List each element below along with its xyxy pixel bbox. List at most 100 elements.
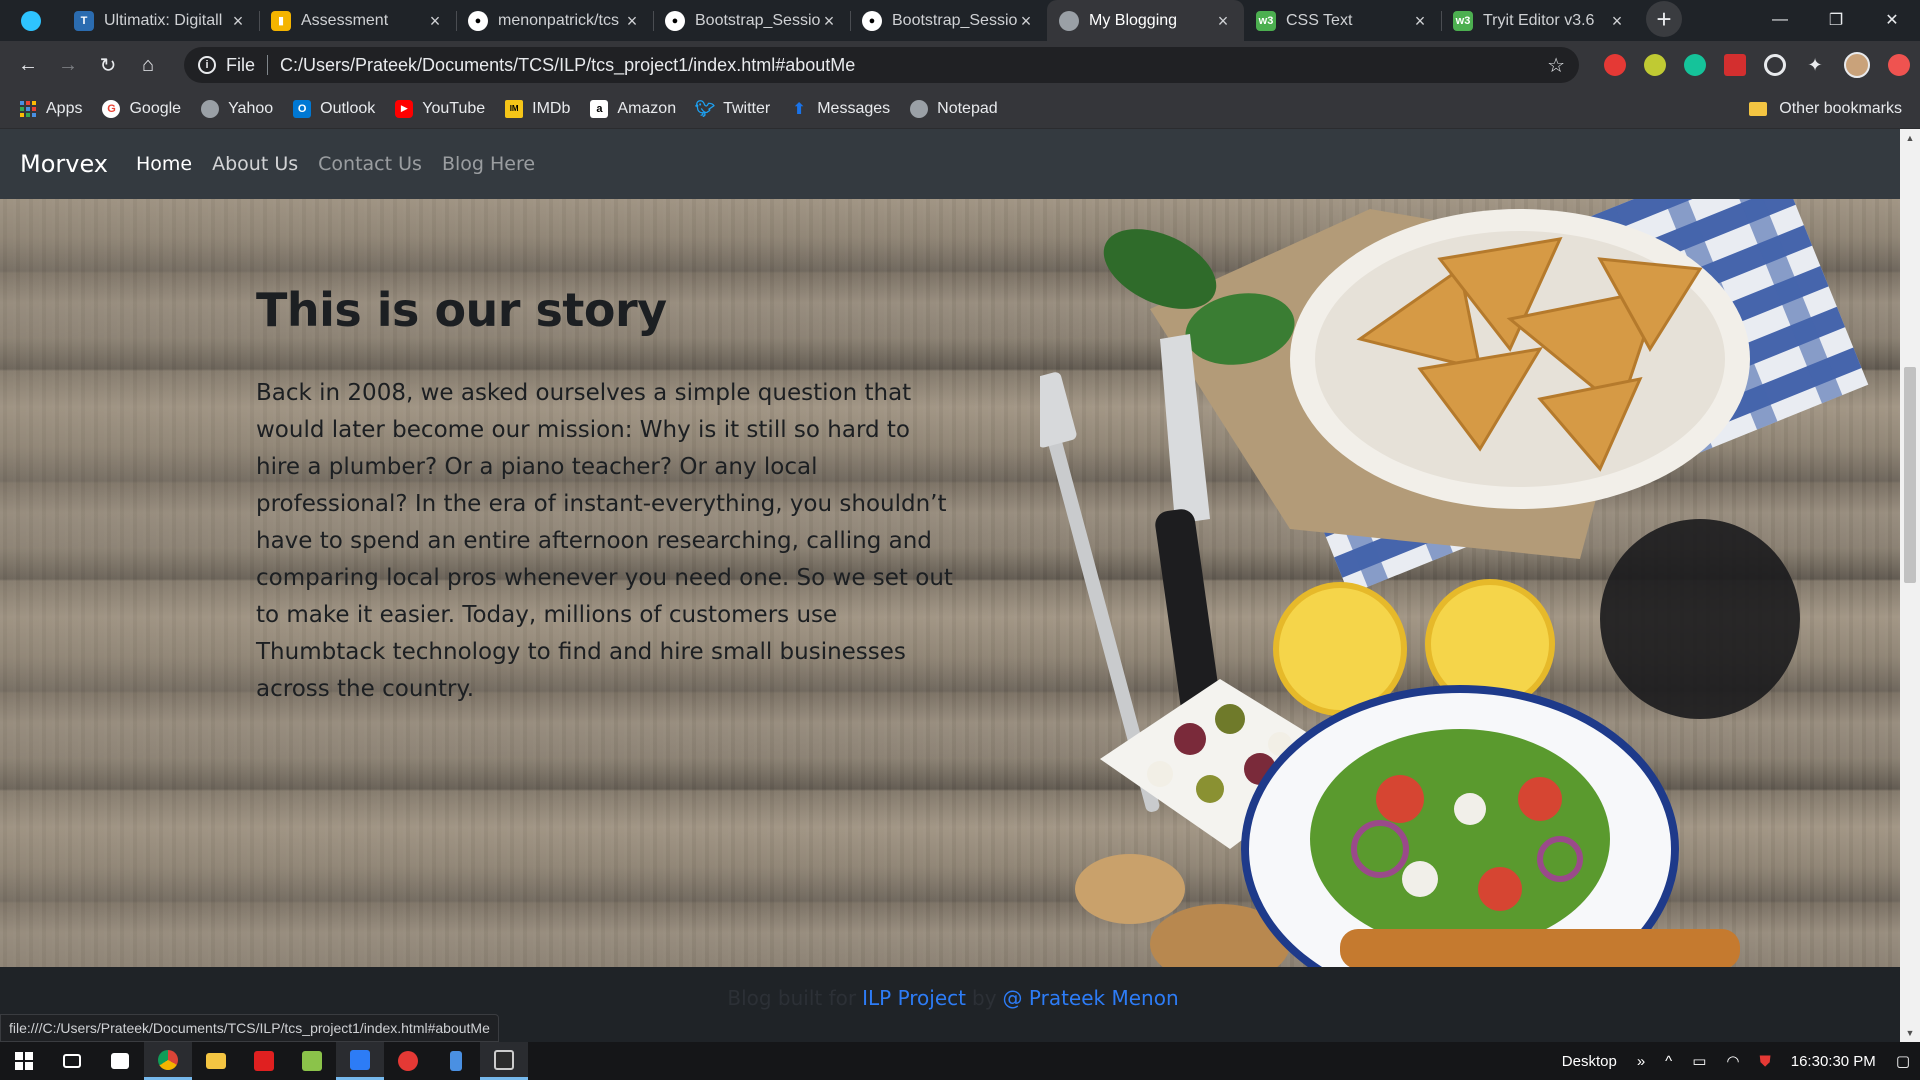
update-icon[interactable] xyxy=(1888,54,1910,76)
close-icon[interactable]: × xyxy=(820,12,838,30)
close-icon[interactable]: × xyxy=(1411,12,1429,30)
notification-icon[interactable]: ▢ xyxy=(1896,1052,1910,1070)
tab-title: Bootstrap_Sessio xyxy=(695,11,820,29)
desktop-toolbar-label[interactable]: Desktop xyxy=(1562,1053,1617,1070)
extension-icon[interactable] xyxy=(1644,54,1666,76)
store-icon[interactable] xyxy=(96,1042,144,1080)
app-red-icon[interactable] xyxy=(384,1042,432,1080)
bookmark-label: IMDb xyxy=(532,99,571,117)
tab-strip: T Ultimatix: Digitall × ▮ Assessment × ●… xyxy=(0,0,1920,41)
browser-tab[interactable]: ● Bootstrap_Sessio × xyxy=(653,0,850,41)
chevron-up-icon[interactable]: ^ xyxy=(1665,1053,1672,1070)
bookmark-notepad[interactable]: Notepad xyxy=(910,99,998,118)
back-icon[interactable]: ← xyxy=(8,45,48,85)
reload-icon[interactable]: ↻ xyxy=(88,45,128,85)
grammarly-icon[interactable] xyxy=(1684,54,1706,76)
nav-link-about[interactable]: About Us xyxy=(212,153,298,175)
tab-title: CSS Text xyxy=(1286,11,1353,29)
scroll-down-arrow-icon[interactable]: ▼ xyxy=(1900,1024,1920,1042)
new-tab-button[interactable]: + xyxy=(1646,1,1682,37)
address-bar[interactable]: i File C:/Users/Prateek/Documents/TCS/IL… xyxy=(184,47,1579,83)
minimize-icon[interactable]: — xyxy=(1752,0,1808,40)
google-icon: G xyxy=(102,99,121,118)
bookmark-twitter[interactable]: 🐦︎ Twitter xyxy=(695,100,770,118)
bookmark-outlook[interactable]: O Outlook xyxy=(293,99,375,118)
bookmark-google[interactable]: G Google xyxy=(102,99,181,118)
file-explorer-icon[interactable] xyxy=(192,1042,240,1080)
close-icon[interactable]: × xyxy=(229,12,247,30)
footer-project-link[interactable]: ILP Project xyxy=(862,986,966,1010)
w3-icon: w3 xyxy=(1256,10,1276,31)
notepad-plus-icon[interactable] xyxy=(288,1042,336,1080)
chevron-right-icon[interactable]: » xyxy=(1637,1053,1645,1070)
bookmark-star-icon[interactable]: ☆ xyxy=(1547,53,1565,78)
imdb-icon: IM xyxy=(505,99,524,118)
close-icon[interactable]: × xyxy=(623,12,641,30)
messages-icon: ⬆ xyxy=(792,100,806,118)
nav-link-home[interactable]: Home xyxy=(136,153,192,175)
tcs-icon: T xyxy=(74,10,94,31)
bookmark-imdb[interactable]: IM IMDb xyxy=(505,99,571,118)
other-bookmarks-label: Other bookmarks xyxy=(1779,99,1902,117)
acrobat-icon[interactable] xyxy=(240,1042,288,1080)
windows-taskbar: Desktop » ^ ▭ ◠ ⛊ 16:30:30 PM ▢ xyxy=(0,1042,1920,1080)
close-icon[interactable]: × xyxy=(426,12,444,30)
url-text[interactable]: C:/Users/Prateek/Documents/TCS/ILP/tcs_p… xyxy=(280,55,1547,76)
tab-title: Bootstrap_Sessio xyxy=(892,11,1017,29)
tab-title: Assessment xyxy=(301,11,389,29)
scroll-thumb[interactable] xyxy=(1904,367,1916,583)
close-icon[interactable]: × xyxy=(1214,12,1232,30)
bookmark-label: Yahoo xyxy=(228,99,274,117)
close-icon[interactable]: × xyxy=(1017,12,1035,30)
nav-link-contact[interactable]: Contact Us xyxy=(318,153,422,175)
extension-icon[interactable] xyxy=(1764,54,1786,76)
nav-link-blog[interactable]: Blog Here xyxy=(442,153,535,175)
restore-icon[interactable]: ❐ xyxy=(1808,0,1864,40)
story-title: This is our story xyxy=(256,283,667,337)
scroll-up-arrow-icon[interactable]: ▲ xyxy=(1900,129,1920,147)
bookmark-amazon[interactable]: a Amazon xyxy=(590,99,676,118)
footer-author-link[interactable]: @ Prateek Menon xyxy=(1003,986,1179,1010)
system-tray: Desktop » ^ ▭ ◠ ⛊ 16:30:30 PM ▢ xyxy=(1552,1042,1920,1080)
browser-tab-active[interactable]: My Blogging × xyxy=(1047,0,1244,41)
bookmark-apps[interactable]: Apps xyxy=(20,100,82,118)
task-view-icon[interactable] xyxy=(48,1042,96,1080)
forward-icon[interactable]: → xyxy=(48,45,88,85)
browser-tab[interactable]: ● menonpatrick/tcs × xyxy=(456,0,653,41)
browser-tab[interactable]: ● Bootstrap_Sessio × xyxy=(850,0,1047,41)
lemon-half xyxy=(1273,582,1407,716)
start-icon[interactable] xyxy=(0,1042,48,1080)
terminal-icon[interactable] xyxy=(480,1042,528,1080)
puzzle-icon[interactable]: ✦ xyxy=(1804,54,1826,76)
globe-icon xyxy=(201,99,220,118)
extension-icon[interactable] xyxy=(1724,54,1746,76)
pinned-tab[interactable] xyxy=(0,0,62,41)
wifi-icon[interactable]: ◠ xyxy=(1726,1052,1739,1070)
avatar[interactable] xyxy=(1844,52,1870,78)
site-brand[interactable]: Morvex xyxy=(20,150,108,178)
close-icon[interactable]: × xyxy=(1608,12,1626,30)
bookmark-youtube[interactable]: ▶ YouTube xyxy=(395,99,485,118)
tab-title: Tryit Editor v3.6 xyxy=(1483,11,1595,29)
browser-tab[interactable]: w3 CSS Text × xyxy=(1244,0,1441,41)
chrome-icon[interactable] xyxy=(144,1042,192,1080)
scheme-label: File xyxy=(226,54,256,75)
other-bookmarks[interactable]: Other bookmarks xyxy=(1749,100,1902,118)
browser-tab[interactable]: T Ultimatix: Digitall × xyxy=(62,0,259,41)
bookmark-label: Messages xyxy=(817,99,891,117)
battery-icon[interactable]: ▭ xyxy=(1692,1052,1706,1070)
clock[interactable]: 16:30:30 PM xyxy=(1791,1053,1876,1070)
browser-tab[interactable]: w3 Tryit Editor v3.6 × xyxy=(1441,0,1638,41)
close-window-icon[interactable]: ✕ xyxy=(1864,0,1920,40)
bookmark-messages[interactable]: ⬆ Messages xyxy=(790,99,891,118)
edge-icon xyxy=(21,10,41,31)
antivirus-icon[interactable]: ⛊ xyxy=(1759,1053,1770,1070)
page-scrollbar[interactable]: ▲ ▼ xyxy=(1900,129,1920,1042)
extension-icon[interactable] xyxy=(1604,54,1626,76)
bookmark-yahoo[interactable]: Yahoo xyxy=(201,99,274,118)
vscode-icon[interactable] xyxy=(336,1042,384,1080)
site-info-icon[interactable]: i xyxy=(198,56,216,74)
app-figure-icon[interactable] xyxy=(432,1042,480,1080)
home-icon[interactable]: ⌂ xyxy=(128,45,168,85)
browser-tab[interactable]: ▮ Assessment × xyxy=(259,0,456,41)
